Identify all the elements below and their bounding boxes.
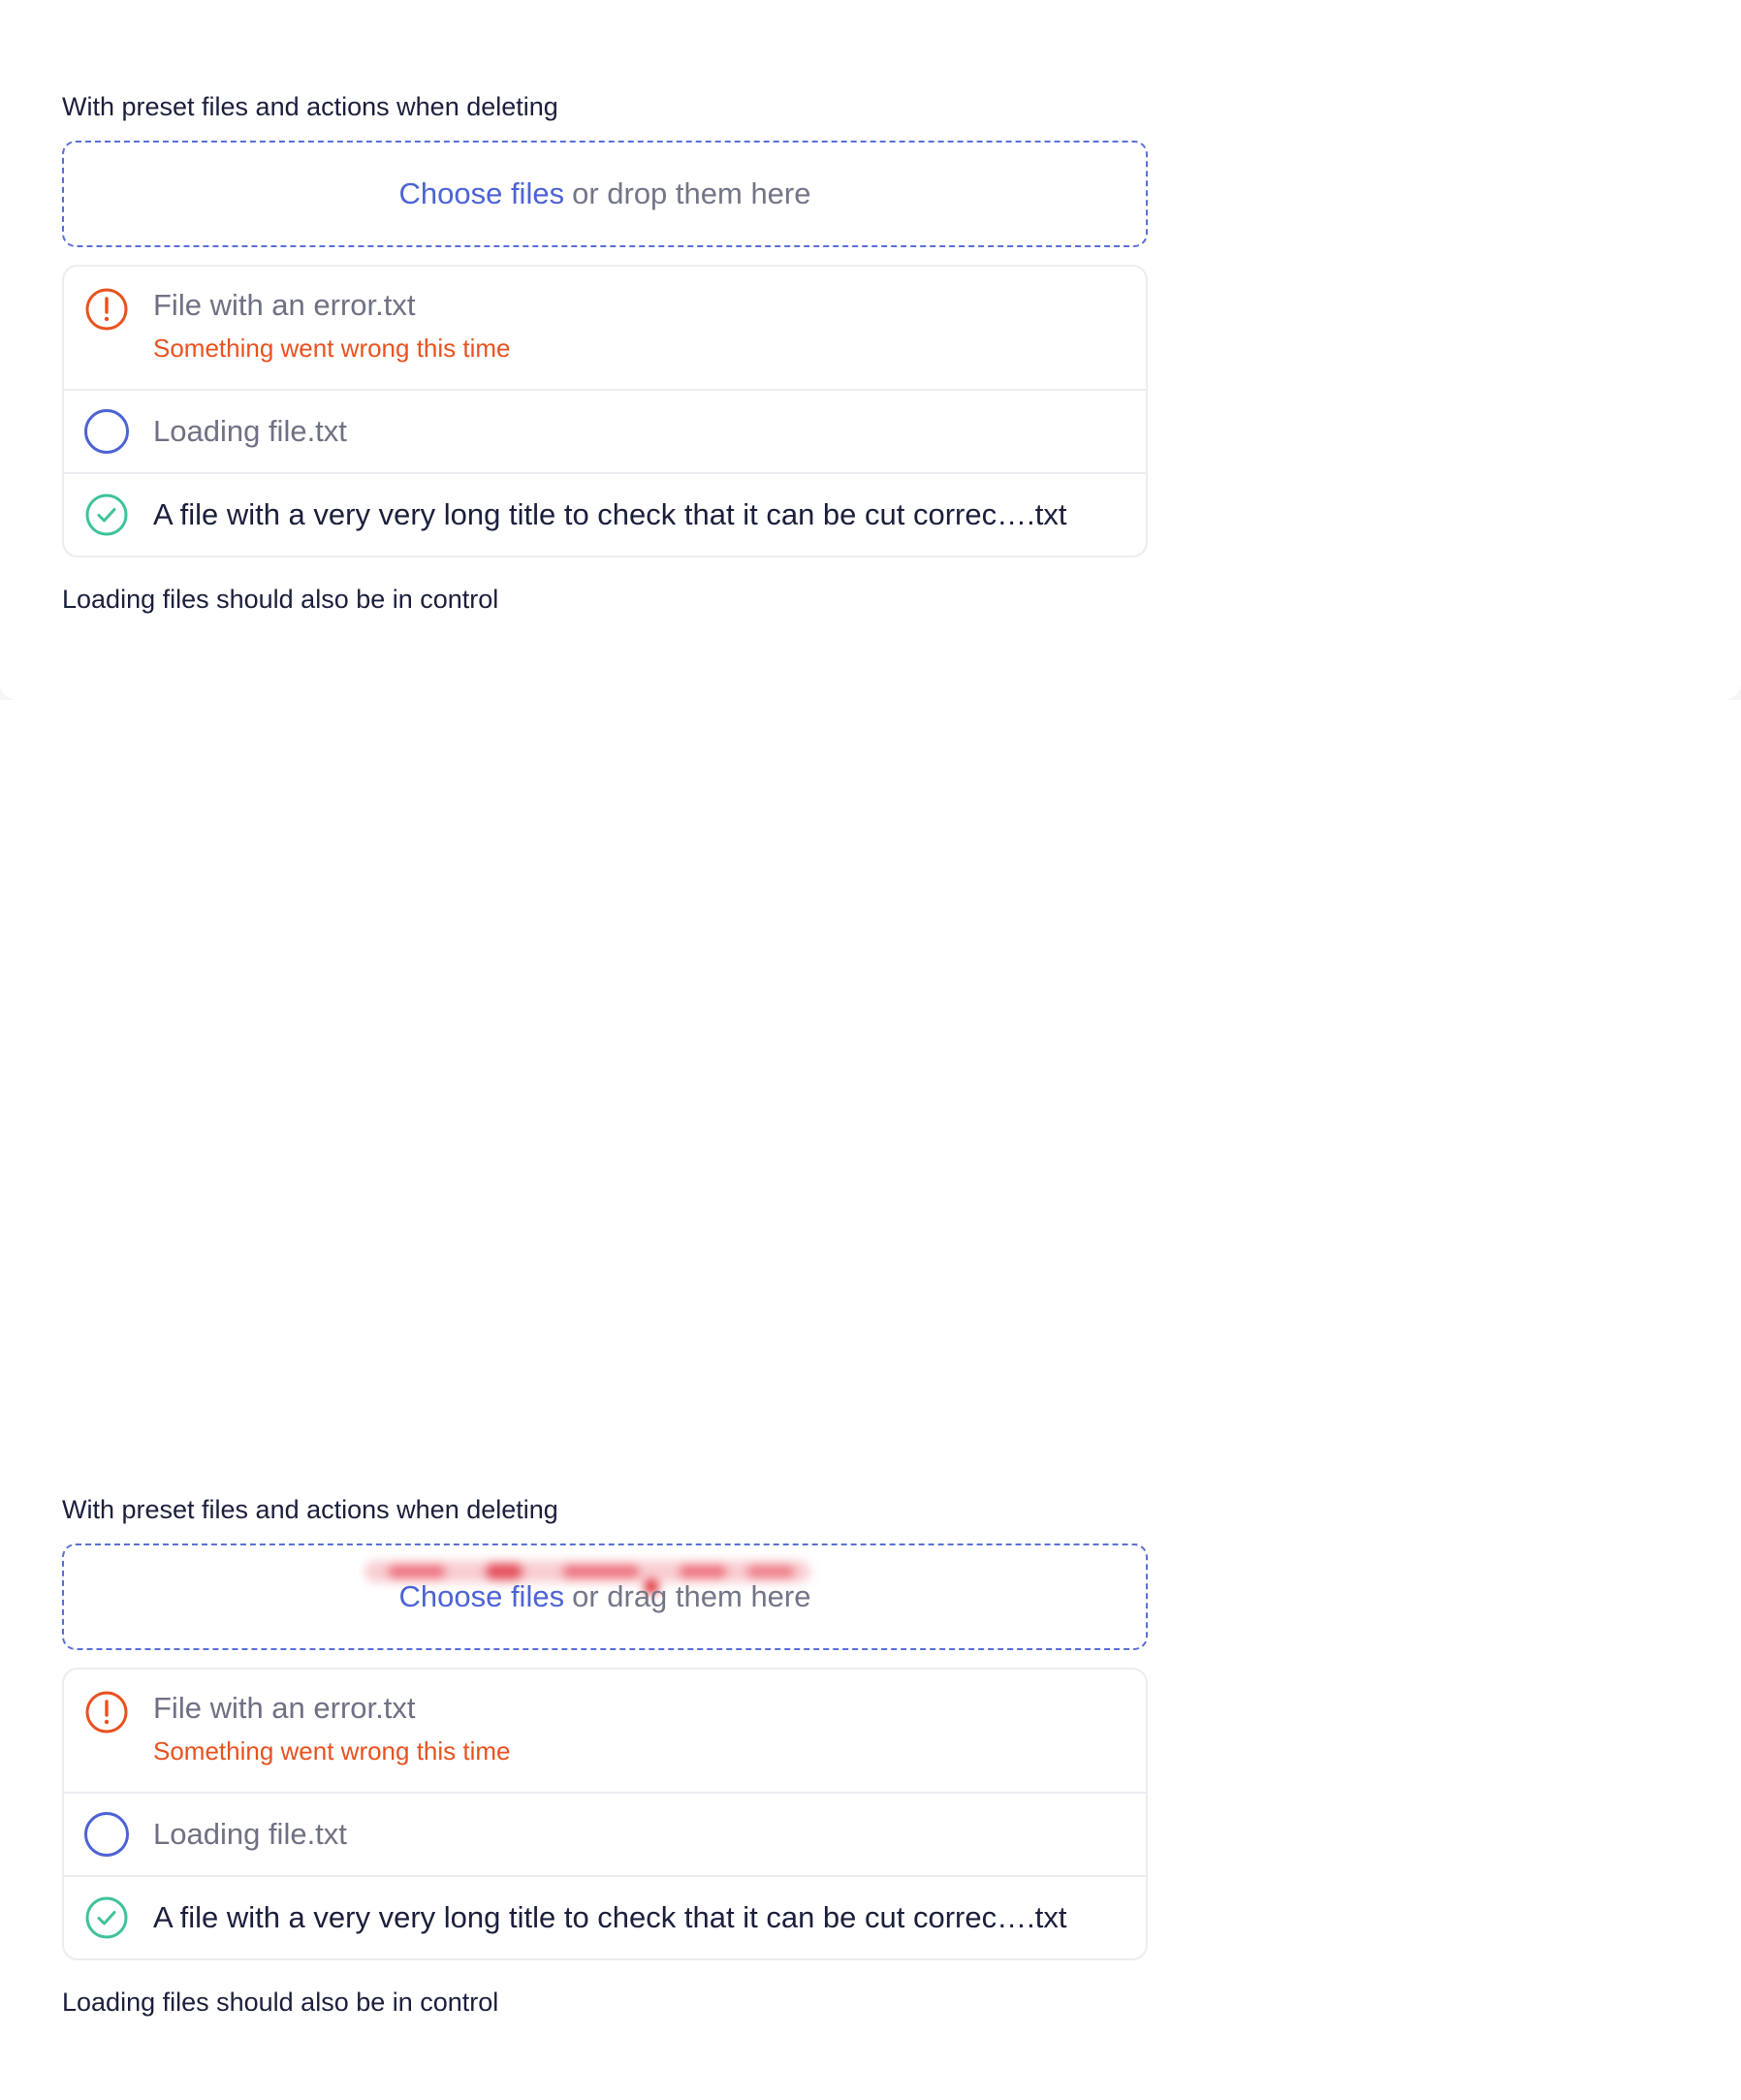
file-dropzone[interactable]: Choose files or drop them here: [62, 141, 1148, 247]
example-label: With preset files and actions when delet…: [62, 92, 558, 121]
choose-files-link[interactable]: Choose files: [398, 176, 564, 211]
file-item-success: A file with a very very long title to ch…: [64, 1875, 1146, 1958]
file-upload-example-1: With preset files and actions when delet…: [62, 90, 1148, 616]
error-icon: [83, 1689, 130, 1735]
example-note: Loading files should also be in control: [62, 1988, 499, 2017]
file-item-loading: Loading file.txt: [64, 389, 1146, 472]
file-list: File with an error.txt Something went wr…: [62, 265, 1148, 557]
dropzone-hint: or drag them here: [572, 1579, 811, 1613]
choose-files-link[interactable]: Choose files: [398, 1579, 564, 1614]
file-name: File with an error.txt: [153, 1691, 416, 1725]
file-name: Loading file.txt: [153, 414, 347, 448]
file-item-error: File with an error.txt Something went wr…: [64, 1670, 1146, 1792]
file-dropzone[interactable]: Choose files or drag them here: [62, 1543, 1148, 1650]
file-name: A file with a very very long title to ch…: [153, 1900, 1067, 1934]
file-body: Loading file.txt: [153, 412, 1126, 451]
example-label: With preset files and actions when delet…: [62, 1495, 558, 1524]
check-circle-icon: [83, 1894, 130, 1941]
file-name: Loading file.txt: [153, 1817, 347, 1851]
file-upload-example-2: With preset files and actions when delet…: [62, 1493, 1148, 2019]
file-error-message: Something went wrong this time: [153, 334, 511, 363]
file-name: A file with a very very long title to ch…: [153, 497, 1067, 531]
loading-spinner-icon: [83, 1811, 130, 1858]
file-item-loading: Loading file.txt: [64, 1792, 1146, 1875]
file-body: File with an error.txt Something went wr…: [153, 286, 1126, 366]
file-body: Loading file.txt: [153, 1815, 1126, 1854]
file-body: A file with a very very long title to ch…: [153, 1898, 1126, 1937]
file-list: File with an error.txt Something went wr…: [62, 1668, 1148, 1960]
file-item-success: A file with a very very long title to ch…: [64, 472, 1146, 556]
file-error-message: Something went wrong this time: [153, 1736, 511, 1766]
dropzone-hint: or drop them here: [572, 176, 811, 210]
example-card-2: With preset files and actions when delet…: [0, 700, 1741, 2100]
example-note: Loading files should also be in control: [62, 585, 499, 614]
loading-spinner-icon: [83, 408, 130, 455]
file-name: File with an error.txt: [153, 288, 416, 322]
file-body: A file with a very very long title to ch…: [153, 495, 1126, 534]
file-body: File with an error.txt Something went wr…: [153, 1689, 1126, 1768]
check-circle-icon: [83, 492, 130, 538]
error-icon: [83, 286, 130, 333]
file-item-error: File with an error.txt Something went wr…: [64, 267, 1146, 389]
example-card-1: With preset files and actions when delet…: [0, 0, 1741, 700]
